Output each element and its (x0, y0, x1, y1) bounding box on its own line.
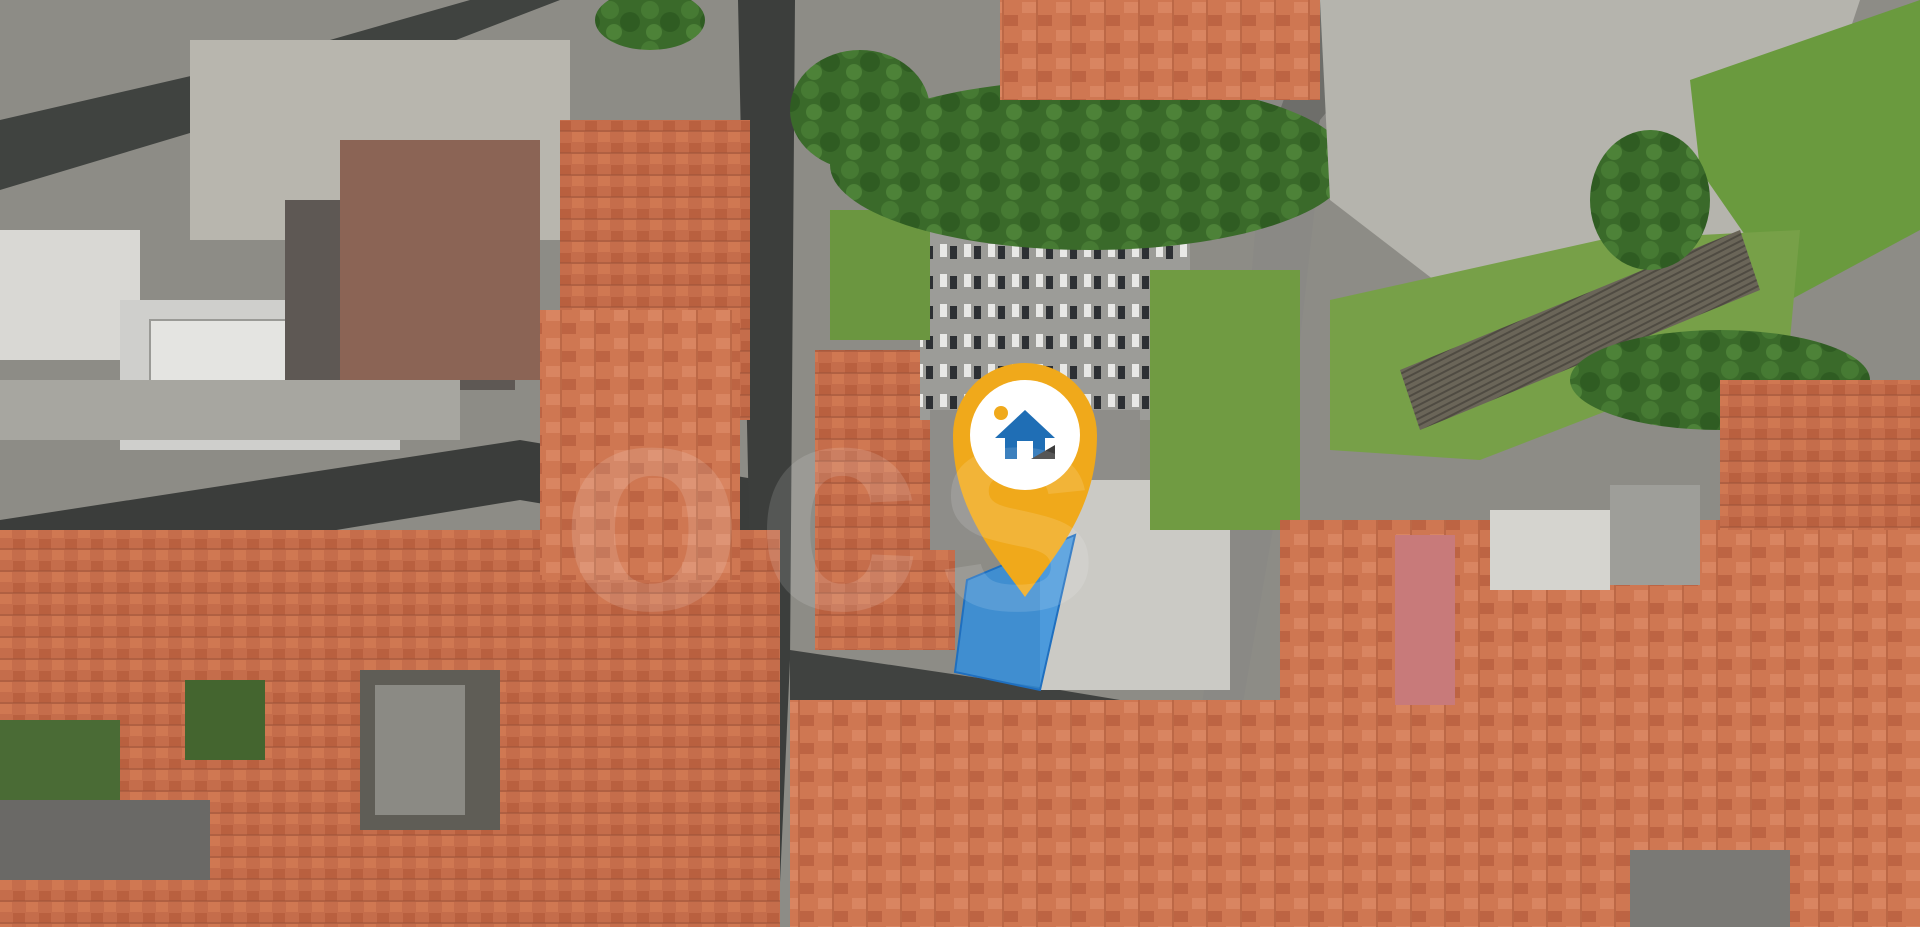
map-view[interactable]: ocs (0, 0, 1920, 927)
rooftops (1720, 380, 1920, 530)
gray-block (0, 800, 210, 880)
garden (185, 680, 265, 760)
office-building (0, 230, 140, 360)
white-roof (1490, 510, 1610, 590)
pin-dot (994, 406, 1008, 420)
plaza-gray (0, 380, 460, 440)
building-roof (340, 140, 540, 380)
park-lawn (1150, 270, 1300, 530)
tree-canopy (1590, 130, 1710, 270)
satellite-map-image[interactable] (0, 0, 1920, 927)
rooftops (1000, 0, 1320, 100)
courtyard-roof (375, 685, 465, 815)
rooftops (540, 310, 740, 580)
gray-block (1630, 850, 1790, 927)
pink-roof (1395, 535, 1455, 705)
tree-canopy (790, 50, 930, 170)
park-lawn (830, 210, 930, 340)
white-roof (1610, 485, 1700, 585)
